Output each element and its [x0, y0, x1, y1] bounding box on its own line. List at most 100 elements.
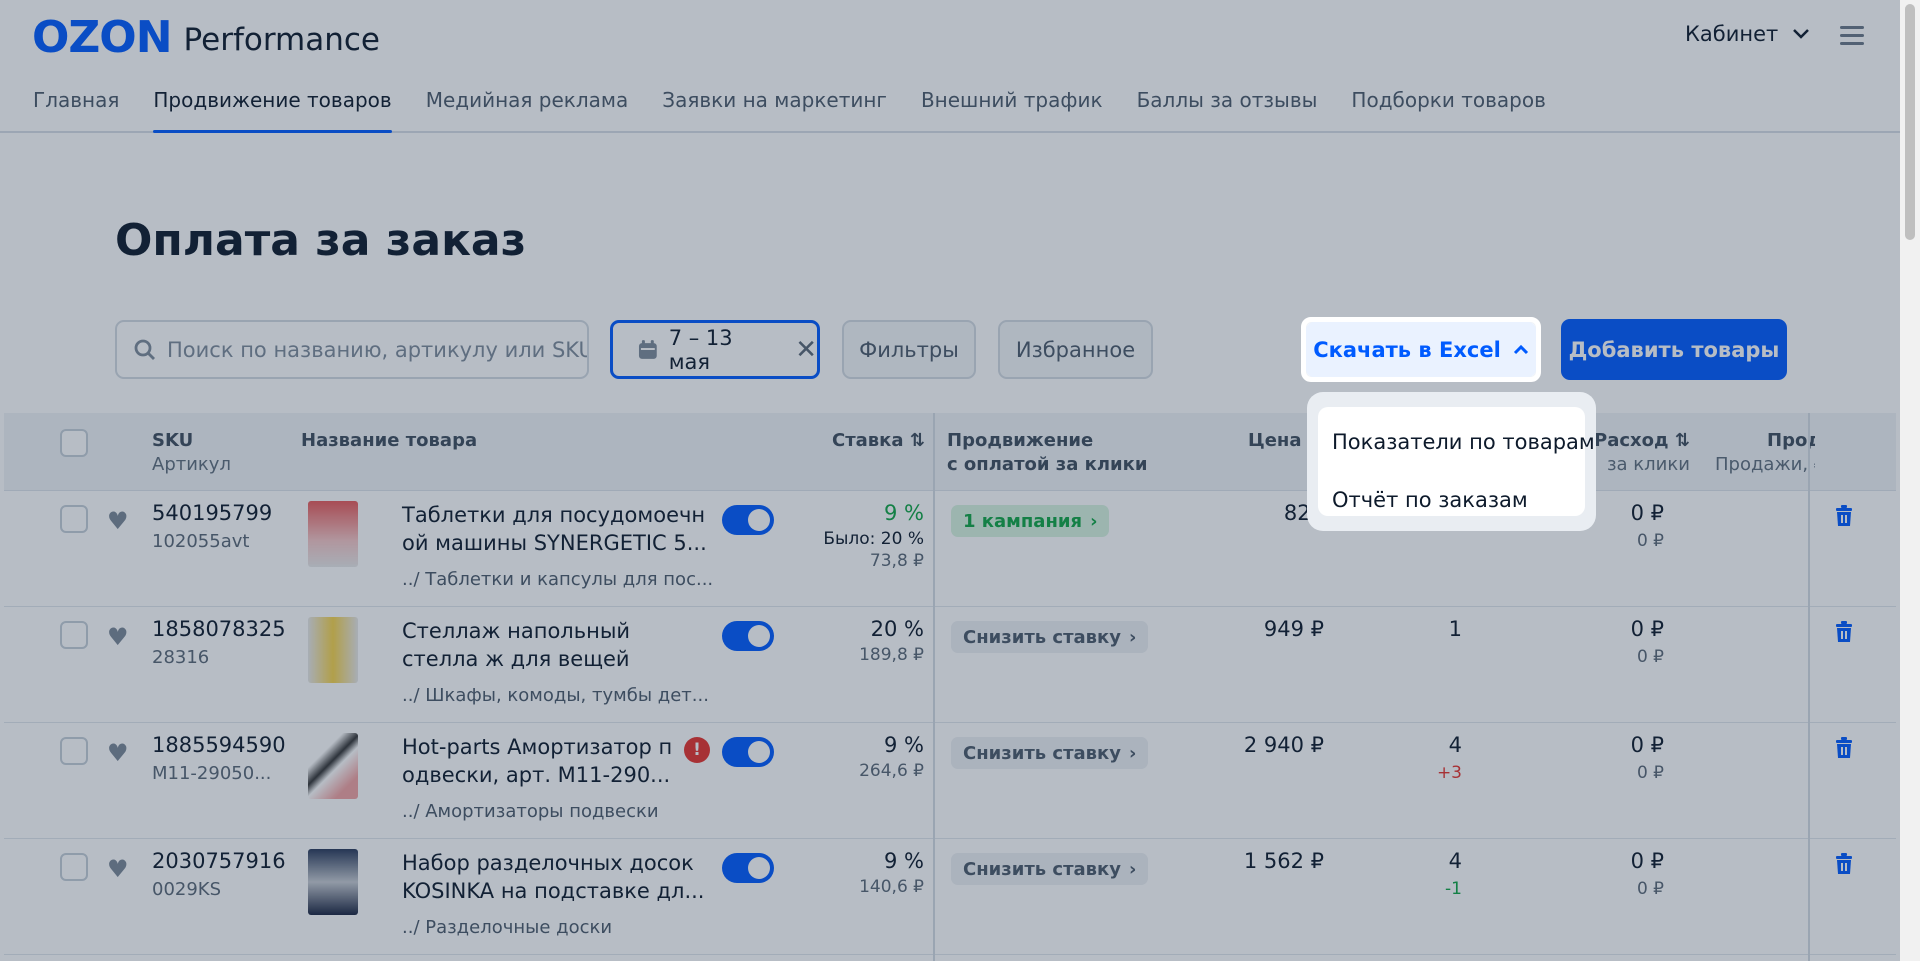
search-input[interactable] — [167, 337, 587, 362]
chevron-right-icon: › — [1129, 742, 1137, 764]
lower-rate-button[interactable]: Снизить ставку › — [951, 737, 1149, 769]
rate-value[interactable]: 9 % — [764, 849, 924, 873]
row-spend-sub: 0 ₽ — [1636, 879, 1664, 899]
sort-icon: ⇅ — [909, 430, 925, 451]
product-name[interactable]: Набор разделочных досок KOSINKA на подст… — [402, 849, 707, 905]
trash-icon[interactable] — [1834, 737, 1854, 759]
row-checkbox[interactable] — [60, 737, 88, 765]
row-checkbox[interactable] — [60, 505, 88, 533]
row-checkbox[interactable] — [60, 853, 88, 881]
column-divider — [933, 413, 935, 961]
rate-value[interactable]: 9 % — [764, 501, 924, 525]
favorite-heart-icon[interactable]: ♥ — [107, 623, 129, 651]
campaign-badge[interactable]: 1 кампания › — [951, 505, 1110, 537]
download-excel-label: Скачать в Excel — [1313, 337, 1501, 362]
tab-product-promotion[interactable]: Продвижение товаров — [153, 88, 392, 133]
header-price[interactable]: Цена — [1248, 429, 1302, 453]
tab-external-traffic[interactable]: Внешний трафик — [921, 88, 1103, 133]
sort-icon: ⇅ — [1674, 430, 1690, 451]
chevron-right-icon: › — [1129, 858, 1137, 880]
column-divider — [1808, 413, 1810, 961]
row-orders-delta: +3 — [1436, 763, 1462, 783]
row-price: 949 ₽ — [1263, 617, 1324, 641]
warning-icon[interactable]: ! — [684, 737, 710, 763]
rate-sum: 140,6 ₽ — [859, 877, 924, 897]
row-sku: 1858078325 — [152, 617, 286, 641]
row-article: 102055avt — [152, 531, 250, 552]
add-products-button[interactable]: Добавить товары — [1561, 319, 1787, 380]
row-checkbox[interactable] — [60, 621, 88, 649]
tab-marketing-requests[interactable]: Заявки на маркетинг — [662, 88, 887, 133]
filters-button[interactable]: Фильтры — [842, 320, 976, 379]
header: OZON Performance Кабинет Главная Продвиж… — [0, 0, 1900, 133]
row-spend: 0 ₽ — [1630, 733, 1664, 757]
table-header: SKU Артикул Название товара Ставка ⇅ Про… — [4, 413, 1896, 491]
rate-value[interactable]: 9 % — [764, 733, 924, 757]
cabinet-menu[interactable]: Кабинет — [1685, 22, 1810, 46]
row-orders-delta: -1 — [1445, 879, 1462, 899]
product-category: ../ Таблетки и капсулы для пос... — [402, 569, 714, 590]
row-orders: 1 — [1448, 617, 1462, 641]
product-name[interactable]: Стеллаж напольный стелла ж для вещей — [402, 617, 707, 673]
tab-review-points[interactable]: Баллы за отзывы — [1137, 88, 1318, 133]
tab-product-collections[interactable]: Подборки товаров — [1351, 88, 1545, 133]
header-spend[interactable]: Расход ⇅ за клики — [1594, 429, 1690, 477]
logo-brand: OZON — [32, 12, 173, 63]
row-price: 820 — [1283, 501, 1324, 525]
tab-media-ads[interactable]: Медийная реклама — [426, 88, 629, 133]
product-thumbnail[interactable] — [308, 849, 358, 915]
excel-dropdown: Показатели по товарам Отчёт по заказам — [1307, 392, 1596, 531]
select-all-checkbox[interactable] — [60, 429, 88, 457]
download-excel-button[interactable]: Скачать в Excel — [1301, 317, 1541, 382]
date-range-picker[interactable]: 7 – 13 мая ✕ — [610, 320, 820, 379]
favorite-heart-icon[interactable]: ♥ — [107, 739, 129, 767]
chevron-down-icon — [1793, 29, 1810, 39]
scrollbar-thumb[interactable] — [1905, 4, 1915, 240]
header-sales: Продажи Продажи, ₽ — [1715, 430, 1815, 475]
logo-product: Performance — [183, 21, 380, 58]
lower-rate-button[interactable]: Снизить ставку › — [951, 621, 1149, 653]
clear-date-icon[interactable]: ✕ — [795, 335, 817, 365]
dropdown-item-product-metrics[interactable]: Показатели по товарам — [1318, 413, 1595, 471]
header-sku: SKU Артикул — [152, 430, 231, 475]
row-spend: 0 ₽ — [1630, 849, 1664, 873]
favorite-heart-icon[interactable]: ♥ — [107, 507, 129, 535]
search-box[interactable] — [115, 320, 589, 379]
rate-sum: 189,8 ₽ — [859, 645, 924, 665]
products-table: SKU Артикул Название товара Ставка ⇅ Про… — [4, 413, 1896, 955]
dropdown-item-orders-report[interactable]: Отчёт по заказам — [1318, 471, 1585, 529]
favorites-button[interactable]: Избранное — [998, 320, 1153, 379]
row-article: M11-29050... — [152, 763, 272, 784]
trash-icon[interactable] — [1834, 621, 1854, 643]
header-rate[interactable]: Ставка ⇅ — [832, 429, 925, 453]
table-row: ♥ 1885594590 M11-29050... Hot-parts Амор… — [4, 723, 1896, 839]
product-name[interactable]: Таблетки для посудомоечн ой машины SYNER… — [402, 501, 707, 557]
row-sku: 540195799 — [152, 501, 273, 525]
table-row: ♥ 540195799 102055avt Таблетки для посуд… — [4, 491, 1896, 607]
header-name: Название товара — [301, 430, 478, 451]
trash-icon[interactable] — [1834, 853, 1854, 875]
product-thumbnail[interactable] — [308, 501, 358, 567]
row-sku: 2030757916 — [152, 849, 286, 873]
chevron-up-icon — [1513, 344, 1528, 354]
logo[interactable]: OZON Performance — [32, 12, 380, 63]
rate-was: Было: 20 % — [823, 529, 924, 549]
row-article: 28316 — [152, 647, 210, 668]
hamburger-menu-icon[interactable] — [1840, 26, 1864, 46]
product-thumbnail[interactable] — [308, 733, 358, 799]
product-thumbnail[interactable] — [308, 617, 358, 683]
row-orders: 4 — [1448, 733, 1462, 757]
search-icon — [134, 339, 155, 360]
main-nav: Главная Продвижение товаров Медийная рек… — [33, 88, 1546, 133]
tab-home[interactable]: Главная — [33, 88, 119, 133]
favorite-heart-icon[interactable]: ♥ — [107, 855, 129, 883]
lower-rate-button[interactable]: Снизить ставку › — [951, 853, 1149, 885]
scrollbar[interactable] — [1900, 0, 1920, 961]
trash-icon[interactable] — [1834, 505, 1854, 527]
row-spend: 0 ₽ — [1630, 617, 1664, 641]
product-name[interactable]: Hot-parts Амортизатор п одвески, арт. M1… — [402, 733, 707, 789]
cabinet-label: Кабинет — [1685, 22, 1779, 46]
header-promo: Продвижение с оплатой за клики — [947, 430, 1148, 475]
rate-sum: 264,6 ₽ — [859, 761, 924, 781]
rate-value[interactable]: 20 % — [764, 617, 924, 641]
